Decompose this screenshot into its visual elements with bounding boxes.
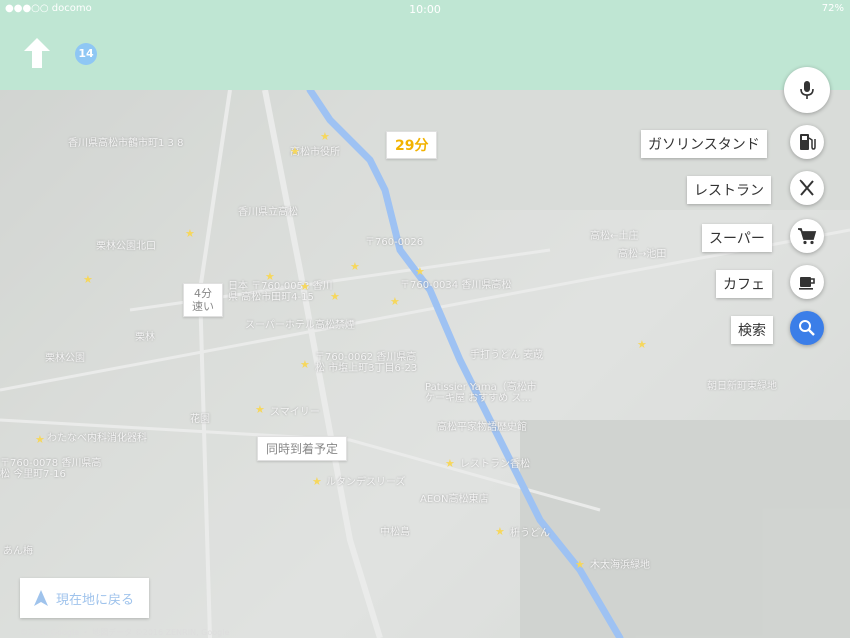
return-to-location-button[interactable]: 現在地に戻る (20, 578, 149, 618)
alt-route-note: 速い (192, 300, 214, 313)
poi-star-icon: ★ (320, 130, 330, 143)
route-eta-callout[interactable]: 29分 (386, 131, 438, 159)
search-icon (799, 320, 815, 336)
map-label: 花園 (190, 414, 210, 425)
map-label: 高松平家物語歴史館 (437, 422, 527, 433)
poi-star-icon: ★ (350, 260, 360, 273)
map-label: AEON高松東店 (420, 494, 489, 505)
map-label: 栗林公園北口 (96, 241, 156, 252)
clock: 10:00 (409, 3, 441, 16)
microphone-icon (800, 81, 814, 99)
search-button[interactable] (790, 311, 824, 345)
map-label: 〒760-0026 (365, 237, 424, 248)
map-label: 栗林 (135, 332, 155, 343)
poi-star-icon: ★ (390, 295, 400, 308)
map-label: 朝日新町東緑地 (707, 381, 777, 392)
map-label: 木太海浜緑地 (590, 560, 650, 571)
poi-star-icon: ★ (330, 290, 340, 303)
map-label: スーパーホテル高松禁煙 (245, 320, 355, 331)
straight-arrow-icon (24, 38, 50, 68)
poi-star-icon: ★ (35, 433, 45, 446)
gas-pump-icon (800, 134, 816, 150)
navigation-arrow-icon (34, 590, 48, 606)
shopping-cart-icon (798, 228, 817, 245)
map-label: 香川県立高松 (238, 207, 298, 218)
map-label: 高松←土庄 (590, 231, 639, 242)
poi-star-icon: ★ (312, 475, 322, 488)
search-chip[interactable]: 検索 (731, 316, 773, 344)
map-label: Patissier Yama（高松市 ケーキ屋 おすすめ ス… (425, 382, 537, 404)
poi-star-icon: ★ (185, 227, 195, 240)
coffee-cup-icon (799, 277, 815, 290)
status-bar: ●●●○○ docomo 10:00 72% (0, 0, 850, 20)
battery-level: 72% (821, 3, 844, 14)
map-veil (0, 90, 850, 638)
alt-route-callout[interactable]: 4分 速い (183, 283, 223, 317)
map-label: わたなべ内科消化器科 (47, 433, 147, 444)
fork-knife-icon (799, 179, 814, 196)
poi-star-icon: ★ (495, 525, 505, 538)
map-label: あん梅 (3, 546, 33, 557)
restaurant-button[interactable] (790, 171, 824, 205)
gas-station-button[interactable] (790, 125, 824, 159)
map-label: 日本 〒760-0053 香川県 高松市田町4-15 (228, 281, 333, 303)
map-label: スマイリー (270, 407, 320, 418)
cafe-button[interactable] (790, 265, 824, 299)
poi-star-icon: ★ (83, 273, 93, 286)
map-view[interactable]: 香川県高松市鶴市町1 3 8 高松市役所 香川県立高松 栗林公園北口 日本 〒7… (0, 90, 850, 638)
restaurant-chip[interactable]: レストラン (687, 176, 771, 204)
poi-star-icon: ★ (575, 558, 585, 571)
map-label: 〒760-0062 香川県高松 市塩上町3丁目6-23 (315, 352, 418, 374)
navigation-banner: 14 (0, 20, 850, 90)
arrival-callout[interactable]: 同時到着予定 (257, 436, 348, 461)
map-label: 高松→池田 (618, 249, 667, 260)
map-copyright: ©2016 Google ・ 地図データ ©2016 ZENRIN, Googl… (20, 628, 230, 637)
supermarket-chip[interactable]: スーパー (702, 224, 772, 252)
poi-star-icon: ★ (255, 403, 265, 416)
map-label: 手打うどん 麦蔵 (470, 350, 544, 361)
gas-station-chip[interactable]: ガソリンスタンド (641, 130, 767, 158)
map-label: レストラン香松 (460, 459, 530, 470)
alt-route-time: 4分 (194, 287, 212, 300)
map-label: 香川県高松市鶴市町1 3 8 (68, 138, 184, 149)
map-label: 栗林公園 (45, 353, 85, 364)
voice-search-button[interactable] (784, 67, 830, 113)
map-label: ルタンデスリーズ (326, 477, 406, 488)
return-to-location-label: 現在地に戻る (56, 593, 135, 608)
poi-star-icon: ★ (637, 338, 647, 351)
poi-star-icon: ★ (445, 457, 455, 470)
poi-star-icon: ★ (265, 270, 275, 283)
poi-star-icon: ★ (290, 145, 300, 158)
poi-star-icon: ★ (300, 280, 310, 293)
poi-star-icon: ★ (415, 265, 425, 278)
poi-star-icon: ★ (300, 358, 310, 371)
step-badge: 14 (75, 43, 97, 65)
map-label: 枡うどん (510, 528, 550, 539)
map-label: 〒760-0034 香川県高松 (400, 280, 512, 291)
cafe-chip[interactable]: カフェ (716, 270, 772, 298)
map-label: 中松島 (380, 527, 410, 538)
map-label: 〒760-0078 香川県高松 今里町7-16 (0, 458, 102, 480)
supermarket-button[interactable] (790, 219, 824, 253)
